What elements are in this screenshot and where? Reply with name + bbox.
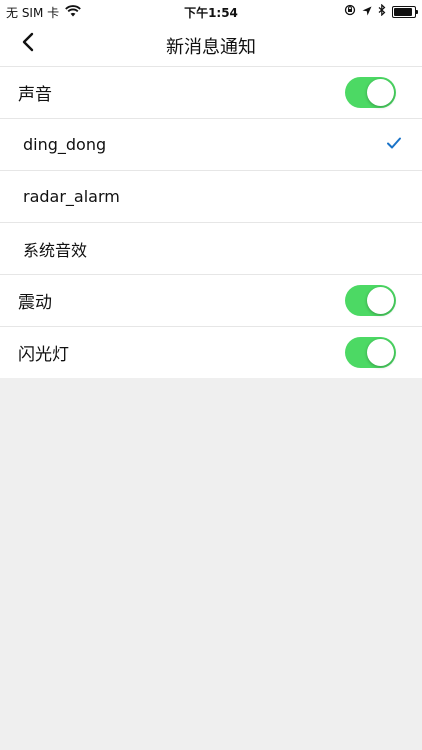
page-title: 新消息通知 [166, 37, 256, 58]
battery-icon [392, 5, 418, 18]
rotation-lock-icon [344, 4, 356, 19]
tone-label: 系统音效 [23, 240, 88, 260]
vibrate-toggle[interactable] [345, 285, 396, 316]
settings-list: 声音 ding_dong radar_alarm 系统音效 震动 闪光灯 [0, 67, 422, 378]
flash-toggle[interactable] [345, 337, 396, 368]
tone-option-radar-alarm[interactable]: radar_alarm [0, 171, 422, 223]
flash-row: 闪光灯 [0, 327, 422, 378]
vibrate-label: 震动 [18, 293, 52, 313]
toggle-knob [367, 79, 394, 106]
status-right [344, 3, 418, 19]
battery-level [394, 7, 412, 16]
toggle-knob [367, 287, 394, 314]
tone-label: ding_dong [23, 135, 107, 154]
tone-label: radar_alarm [23, 187, 120, 206]
toggle-knob [367, 339, 394, 366]
location-arrow-icon [362, 5, 372, 19]
sound-label: 声音 [18, 85, 52, 105]
vibrate-row: 震动 [0, 275, 422, 327]
sound-row: 声音 [0, 67, 422, 119]
bluetooth-icon [378, 3, 386, 19]
nav-bar: 新消息通知 [0, 22, 422, 67]
flash-label: 闪光灯 [18, 345, 69, 365]
sound-toggle[interactable] [345, 77, 396, 108]
checkmark-icon [386, 135, 402, 154]
status-bar: 无 SIM 卡 下午1:54 [0, 0, 422, 22]
tone-option-ding-dong[interactable]: ding_dong [0, 119, 422, 171]
tone-option-system-sound[interactable]: 系统音效 [0, 223, 422, 275]
